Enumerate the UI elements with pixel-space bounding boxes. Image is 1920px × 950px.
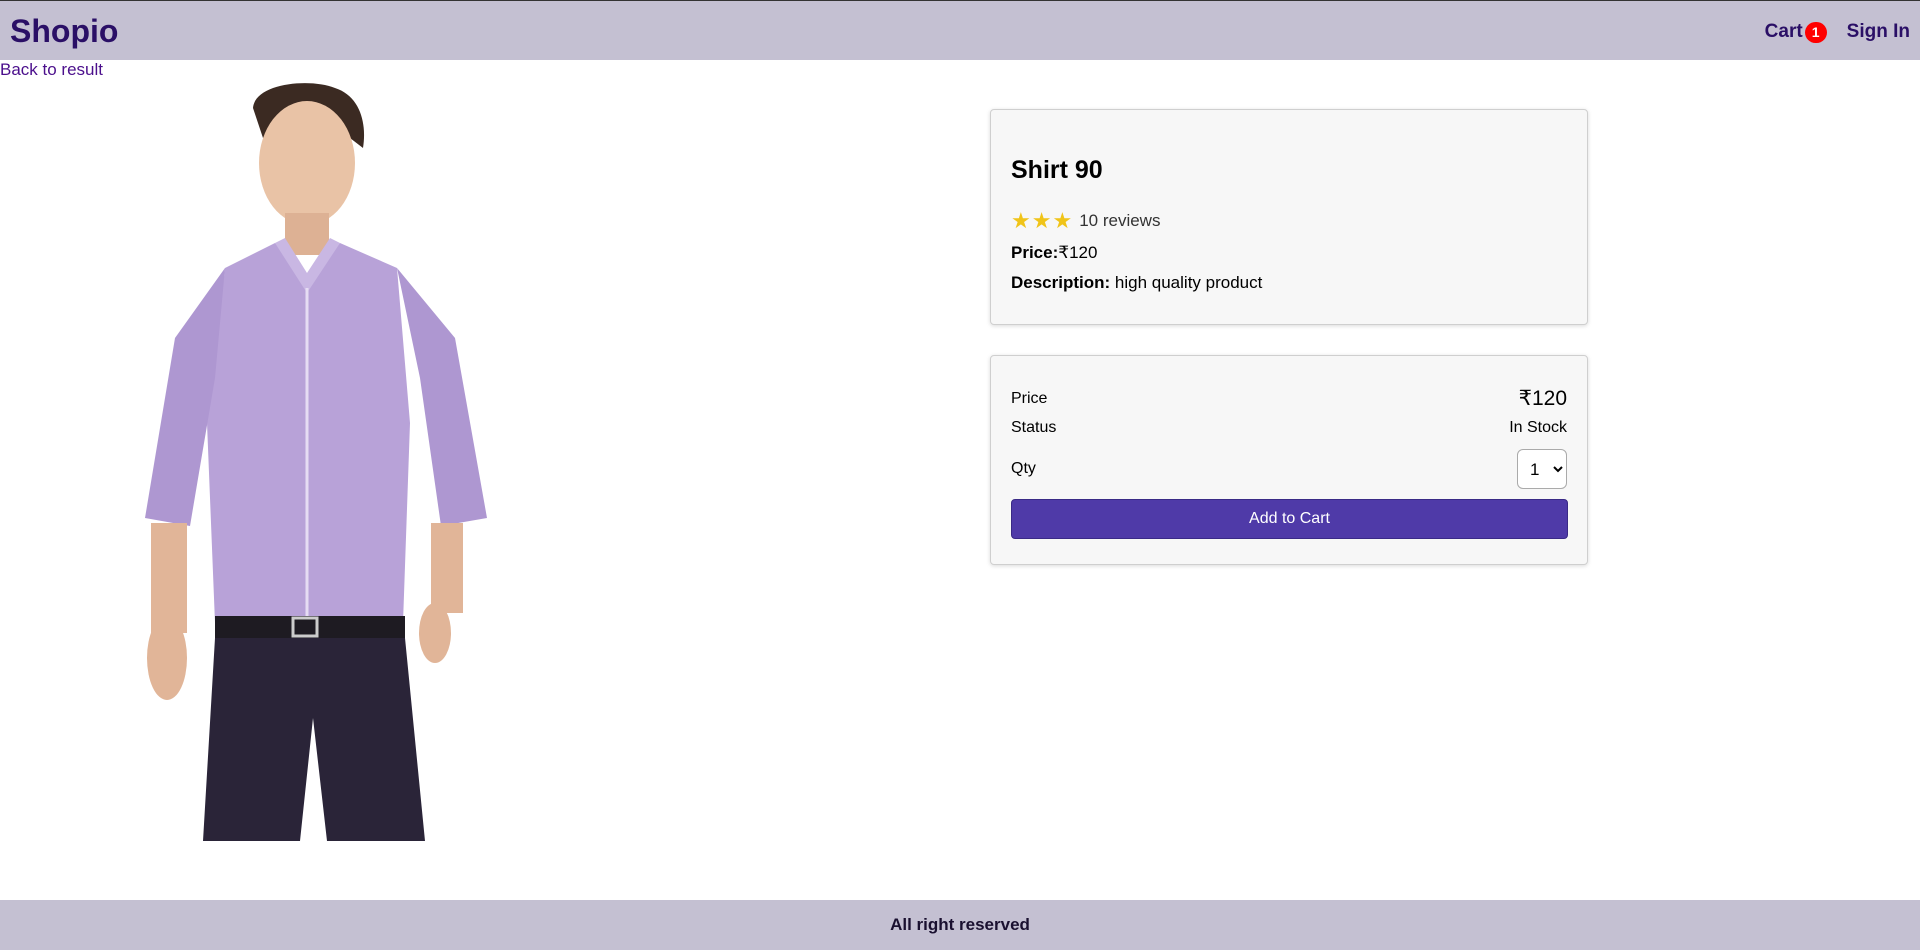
status-row: Status In Stock bbox=[1011, 419, 1567, 437]
price-label: Price: bbox=[1011, 243, 1059, 262]
qty-select[interactable]: 1 bbox=[1517, 449, 1567, 489]
rating-row: ★ ★ ★ 10 reviews bbox=[1011, 210, 1160, 232]
sign-in-link[interactable]: Sign In bbox=[1847, 21, 1910, 43]
buy-price-value: ₹120 bbox=[1518, 387, 1567, 410]
qty-row: Qty 1 bbox=[1011, 449, 1567, 489]
star-icon: ★ bbox=[1011, 208, 1031, 233]
footer-text: All right reserved bbox=[890, 915, 1030, 934]
cart-label: Cart bbox=[1764, 21, 1803, 42]
price-detail: Price:₹120 bbox=[1011, 243, 1097, 263]
status-label: Status bbox=[1011, 419, 1057, 436]
star-icon: ★ bbox=[1031, 208, 1052, 233]
right-sleeve bbox=[397, 268, 487, 526]
top-navbar: Shopio Cart 1 Sign In bbox=[0, 0, 1920, 60]
product-title: Shirt 90 bbox=[1011, 156, 1103, 184]
star-icon: ★ bbox=[1052, 208, 1073, 233]
product-info-card: Shirt 90 ★ ★ ★ 10 reviews Price:₹120 Des… bbox=[990, 109, 1588, 325]
pants bbox=[203, 638, 425, 841]
reviews-count: 10 reviews bbox=[1079, 211, 1161, 230]
buy-price-label: Price bbox=[1011, 389, 1048, 407]
add-to-cart-button[interactable]: Add to Cart bbox=[1011, 499, 1568, 539]
back-to-result-link[interactable]: Back to result bbox=[0, 60, 103, 80]
price-value: ₹120 bbox=[1058, 243, 1098, 262]
left-forearm bbox=[151, 523, 187, 633]
right-forearm bbox=[431, 523, 463, 613]
head-shape bbox=[259, 101, 355, 225]
product-image bbox=[145, 83, 487, 841]
description-detail: Description: high quality product bbox=[1011, 273, 1262, 293]
cart-count-badge: 1 bbox=[1804, 21, 1827, 43]
status-value: In Stock bbox=[1509, 419, 1567, 436]
description-value: high quality product bbox=[1110, 273, 1263, 292]
qty-label: Qty bbox=[1011, 460, 1036, 477]
description-label: Description: bbox=[1011, 273, 1111, 292]
nav-right: Cart 1 Sign In bbox=[1765, 21, 1910, 43]
brand-logo-link[interactable]: Shopio bbox=[10, 13, 118, 49]
purchase-card: Price ₹120 Status In Stock Qty 1 Add to … bbox=[990, 355, 1588, 565]
buy-price-row: Price ₹120 bbox=[1011, 386, 1567, 411]
cart-link[interactable]: Cart 1 bbox=[1765, 21, 1827, 43]
footer: All right reserved bbox=[0, 900, 1920, 950]
